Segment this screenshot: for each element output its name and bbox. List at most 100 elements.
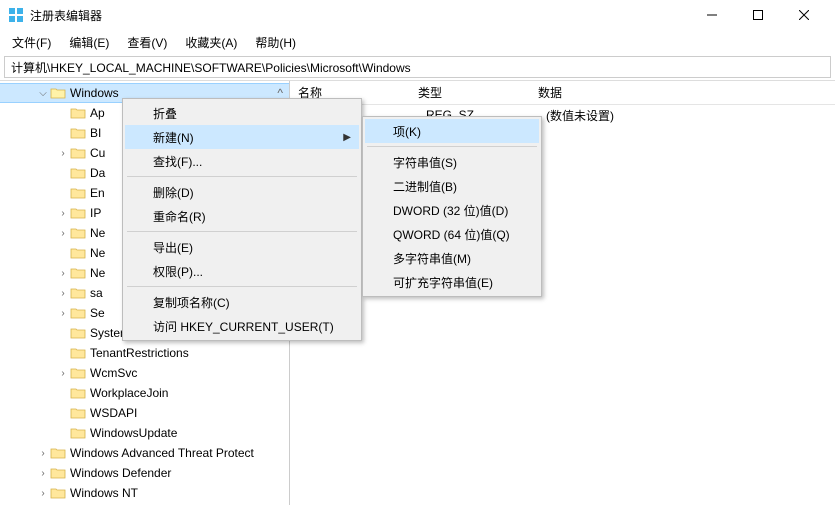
menu-item-label: 可扩充字符串值(E) [393,274,493,291]
minimize-button[interactable] [689,0,735,30]
menu-item[interactable]: 重命名(R) [125,204,359,228]
menu-item[interactable]: 导出(E) [125,235,359,259]
menu-item[interactable]: 删除(D) [125,180,359,204]
folder-icon [70,326,86,340]
menu-item-label: 查找(F)... [153,153,202,170]
regedit-icon [8,7,24,23]
tree-node[interactable]: WSDAPI [0,403,289,423]
tree-label: WindowsUpdate [90,426,177,440]
values-header: 名称 类型 数据 [290,81,835,105]
submenu-indicator-icon: ▶ [343,132,351,143]
menu-item[interactable]: 查找(F)... [125,149,359,173]
menu-item[interactable]: 项(K) [365,119,539,143]
folder-icon [70,266,86,280]
menu-separator [127,286,357,287]
menu-item[interactable]: 新建(N) ▶ [125,125,359,149]
tree-label: WSDAPI [90,406,137,420]
tree-node[interactable]: ›Windows Advanced Threat Protect [0,443,289,463]
folder-icon [70,126,86,140]
tree-node[interactable]: ›Windows Defender [0,463,289,483]
menu-item-label: 权限(P)... [153,263,203,280]
menu-item[interactable]: 复制项名称(C) [125,290,359,314]
tree-node[interactable]: TenantRestrictions [0,343,289,363]
folder-icon [50,486,66,500]
folder-icon [70,346,86,360]
menu-item[interactable]: 访问 HKEY_CURRENT_USER(T) [125,314,359,338]
menu-item-label: 重命名(R) [153,208,206,225]
folder-icon [70,146,86,160]
menu-edit[interactable]: 编辑(E) [63,32,115,53]
tree-node[interactable]: WindowsUpdate [0,423,289,443]
context-menu[interactable]: 折叠新建(N) ▶ 查找(F)... 删除(D) 重命名(R) 导出(E) 权限(P)...… [122,98,362,341]
context-submenu-new[interactable]: 项(K) 字符串值(S) 二进制值(B) DWORD (32 位)值(D) QWORD … [362,116,542,297]
menu-bar: 文件(F) 编辑(E) 查看(V) 收藏夹(A) 帮助(H) [0,30,835,54]
folder-icon [70,366,86,380]
menu-item[interactable]: 多字符串值(M) [365,246,539,270]
menu-item-label: DWORD (32 位)值(D) [393,202,508,219]
tree-label: Ne [90,266,105,280]
menu-item-label: QWORD (64 位)值(Q) [393,226,510,243]
folder-icon [70,286,86,300]
menu-item[interactable]: 可扩充字符串值(E) [365,270,539,294]
folder-icon [70,166,86,180]
tree-label: Windows Advanced Threat Protect [70,446,254,460]
tree-label: Cu [90,146,105,160]
address-bar[interactable]: 计算机\HKEY_LOCAL_MACHINE\SOFTWARE\Policies… [4,56,831,78]
tree-label: Windows NT [70,486,138,500]
folder-icon [70,226,86,240]
menu-item-label: 访问 HKEY_CURRENT_USER(T) [153,318,334,335]
menu-separator [127,231,357,232]
tree-label: Se [90,306,105,320]
menu-item[interactable]: QWORD (64 位)值(Q) [365,222,539,246]
tree-label: Ne [90,246,105,260]
menu-item-label: 二进制值(B) [393,178,457,195]
folder-icon [70,106,86,120]
tree-label: Windows Defender [70,466,171,480]
menu-item-label: 新建(N) [153,129,194,146]
tree-label: TenantRestrictions [90,346,189,360]
folder-open-icon [50,86,66,100]
menu-separator [367,146,537,147]
folder-icon [70,246,86,260]
address-text: 计算机\HKEY_LOCAL_MACHINE\SOFTWARE\Policies… [11,59,411,76]
tree-node[interactable]: ›Windows NT [0,483,289,503]
folder-icon [70,306,86,320]
menu-item[interactable]: 二进制值(B) [365,174,539,198]
tree-label: BI [90,126,101,140]
menu-item-label: 字符串值(S) [393,154,457,171]
menu-item[interactable]: 权限(P)... [125,259,359,283]
col-type[interactable]: 类型 [410,81,530,105]
value-data: (数值未设置) [538,105,835,126]
window-title: 注册表编辑器 [30,7,689,24]
tree-node[interactable]: WorkplaceJoin [0,383,289,403]
folder-icon [50,466,66,480]
menu-favorites[interactable]: 收藏夹(A) [179,32,243,53]
menu-item-label: 项(K) [393,123,421,140]
menu-item-label: 折叠 [153,105,177,122]
maximize-button[interactable] [735,0,781,30]
tree-label: sa [90,286,103,300]
title-bar: 注册表编辑器 [0,0,835,30]
folder-icon [70,426,86,440]
folder-icon [70,386,86,400]
tree-label: WorkplaceJoin [90,386,168,400]
menu-item[interactable]: DWORD (32 位)值(D) [365,198,539,222]
close-button[interactable] [781,0,827,30]
tree-label: WcmSvc [90,366,137,380]
folder-icon [70,186,86,200]
menu-item-label: 导出(E) [153,239,193,256]
menu-help[interactable]: 帮助(H) [249,32,302,53]
menu-view[interactable]: 查看(V) [121,32,173,53]
menu-item-label: 复制项名称(C) [153,294,230,311]
menu-item-label: 删除(D) [153,184,194,201]
tree-label: IP [90,206,101,220]
menu-file[interactable]: 文件(F) [6,32,57,53]
menu-item[interactable]: 字符串值(S) [365,150,539,174]
menu-item[interactable]: 折叠 [125,101,359,125]
tree-label: Ap [90,106,105,120]
menu-item-label: 多字符串值(M) [393,250,471,267]
menu-separator [127,176,357,177]
tree-node[interactable]: ›WcmSvc [0,363,289,383]
tree-label: En [90,186,105,200]
col-data[interactable]: 数据 [530,81,835,105]
